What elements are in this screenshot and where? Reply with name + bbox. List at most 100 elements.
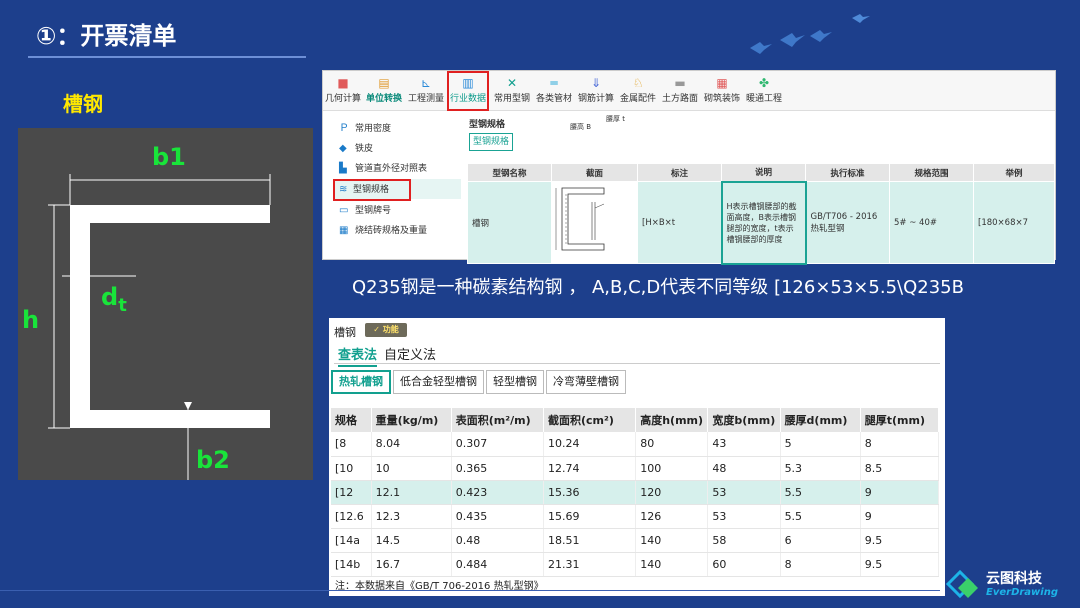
table-cell: 8.04 <box>371 432 452 457</box>
toolbar-hvac[interactable]: ✤ 暖通工程 <box>745 77 783 111</box>
col-header: 重量(kg/m) <box>371 408 452 432</box>
function-badge[interactable]: ✓ 功能 <box>365 323 407 337</box>
table-cell: 140 <box>635 552 709 577</box>
steel-spec-button[interactable]: 型钢规格 <box>469 133 513 151</box>
channel-section-icon <box>555 187 605 251</box>
sidebar-item-brick[interactable]: ▦ 烧结砖规格及重量 <box>327 221 463 241</box>
table-row[interactable]: [14a 14.5 0.48 18.51 140 58 6 9.5 <box>331 528 940 553</box>
pipe-icon: ═ <box>550 76 558 90</box>
tools-icon: ✕ <box>506 76 518 90</box>
table-cell: 9.5 <box>860 552 940 577</box>
col-header: 标注 <box>637 163 722 182</box>
table-row[interactable]: [14b 16.7 0.484 21.31 140 60 8 9.5 <box>331 552 940 577</box>
table-cell: 16.7 <box>371 552 452 577</box>
cell-example: [180×68×7 <box>973 181 1055 264</box>
channel-data-table: 规格 重量(kg/m) 表面积(m²/m) 截面积(cm²) 高度h(mm) 宽度b(mm… <box>331 408 940 577</box>
bottom-app-window: 槽钢 ✓ 功能 查表法 自定义法 热轧槽钢 低合金轻型槽钢 轻型槽钢 冷弯薄壁槽… <box>329 318 945 596</box>
col-header: 规格 <box>331 408 372 432</box>
app-toolbar: ■ 几何计算 ▤ 单位转换 ⊾ 工程测量 ▥ 行业数据 ✕ 常用型钢 ═ 各类管材 ⇓ 钢筋计… <box>323 71 1055 111</box>
rebar-icon: ⇓ <box>590 76 602 90</box>
col-header: 规格范围 <box>889 163 974 182</box>
tab-hot-rolled[interactable]: 热轧槽钢 <box>331 370 391 394</box>
dim-b1-label: b1 <box>152 143 186 171</box>
dim-d-text: d <box>101 283 119 311</box>
table-row[interactable]: [12 12.1 0.423 15.36 120 53 5.5 9 <box>331 480 940 505</box>
bird-icon <box>780 33 805 47</box>
tab-light[interactable]: 轻型槽钢 <box>486 370 544 394</box>
table-cell: 53 <box>707 480 781 505</box>
channel-diagram: b1 h dt b2 <box>18 128 313 480</box>
toolbar-earthwork[interactable]: ▬ 土方路面 <box>661 77 699 111</box>
toolbar-masonry[interactable]: ▦ 砌筑装饰 <box>703 77 741 111</box>
table-row[interactable]: [8 8.04 0.307 10.24 80 43 5 8 <box>331 432 940 457</box>
company-logo: 云图科技 EverDrawing <box>944 566 1074 602</box>
sidebar-item-density[interactable]: Ｐ 常用密度 <box>327 119 463 139</box>
tab-low-alloy[interactable]: 低合金轻型槽钢 <box>393 370 484 394</box>
table-cell: 0.423 <box>451 480 545 505</box>
table-row[interactable]: [12.6 12.3 0.435 15.69 126 53 5.5 9 <box>331 504 940 529</box>
sheet-icon: ◆ <box>339 143 347 154</box>
content-title: 型钢规格 <box>469 120 506 130</box>
toolbar-pipes[interactable]: ═ 各类管材 <box>535 77 573 111</box>
birds-decoration <box>750 14 870 54</box>
sidebar-item-sheet[interactable]: ◆ 铁皮 <box>327 139 463 159</box>
table-cell: [10 <box>331 456 372 481</box>
col-header: 执行标准 <box>805 163 890 182</box>
sidebar-item-steel-spec[interactable]: ≋ 型钢规格 <box>333 179 411 201</box>
table-cell: 15.69 <box>543 504 637 529</box>
dim-b2-label: b2 <box>196 446 230 474</box>
sidebar-item-steel-grade[interactable]: ▭ 型钢牌号 <box>327 201 463 221</box>
cell-standard: GB/T706 - 2016热轧型钢 <box>805 181 890 264</box>
table-cell: [14b <box>331 552 372 577</box>
table-cell: 8 <box>780 552 861 577</box>
fitting-icon: ♘ <box>632 76 644 90</box>
table-cell: 0.365 <box>451 456 545 481</box>
title-divider <box>28 56 306 58</box>
table-cell: 6 <box>780 528 861 553</box>
dim-t-text: t <box>118 294 127 316</box>
toolbar-geometry[interactable]: ■ 几何计算 <box>325 77 361 111</box>
table-cell: 15.36 <box>543 480 637 505</box>
col-header: 腰厚d(mm) <box>780 408 861 432</box>
table-cell: 21.31 <box>543 552 637 577</box>
col-header: 表面积(m²/m) <box>451 408 545 432</box>
toolbar-metal-parts[interactable]: ♘ 金属配件 <box>619 77 657 111</box>
cell-mark: [H×B×t <box>637 181 722 264</box>
table-row[interactable]: 槽钢 腰厚 t 腰高 B [H×B×t H表示槽钢腰部的截面高度，B表示槽钢腿部… <box>467 115 1055 265</box>
toolbar-steel[interactable]: ✕ 常用型钢 <box>493 77 531 111</box>
pipe-table-icon: ▙ <box>339 163 347 174</box>
table-cell: [14a <box>331 528 372 553</box>
table-cell: 100 <box>635 456 709 481</box>
mode-divider <box>334 363 940 364</box>
table-row[interactable]: [10 10 0.365 12.74 100 48 5.3 8.5 <box>331 456 940 481</box>
table-cell: 5.5 <box>780 480 861 505</box>
toolbar-industry-data[interactable]: ▥ 行业数据 <box>447 71 489 111</box>
table-cell: 120 <box>635 480 709 505</box>
chart-icon: ▥ <box>462 76 474 90</box>
mode-custom-tab[interactable]: 自定义法 <box>384 344 436 363</box>
tab-cold-bent[interactable]: 冷弯薄壁槽钢 <box>546 370 626 394</box>
logo-cn-text: 云图科技 <box>986 571 1042 587</box>
dim-dt-label: dt <box>101 283 127 316</box>
sidebar-item-pipe-table[interactable]: ▙ 管道直外径对照表 <box>327 159 463 179</box>
table-cell: 14.5 <box>371 528 452 553</box>
table-header-row: 型钢名称 截面 标注 说明 执行标准 规格范围 举例 <box>467 163 1055 182</box>
toolbar-rebar[interactable]: ⇓ 钢筋计算 <box>577 77 615 111</box>
table-cell: 12.74 <box>543 456 637 481</box>
table-cell: 53 <box>707 504 781 529</box>
bird-icon <box>852 14 870 23</box>
col-header: 举例 <box>973 163 1055 182</box>
layers-icon: ≋ <box>339 184 348 195</box>
table-cell: 8 <box>860 432 940 457</box>
table-cell: 0.484 <box>451 552 545 577</box>
table-cell: [12 <box>331 480 372 505</box>
table-cell: 0.307 <box>451 432 545 457</box>
toolbar-survey[interactable]: ⊾ 工程测量 <box>407 77 445 111</box>
toolbar-unit-convert[interactable]: ▤ 单位转换 <box>365 77 403 111</box>
cell-name: 槽钢 <box>467 181 552 264</box>
table-cell: 5 <box>780 432 861 457</box>
table-cell: 0.435 <box>451 504 545 529</box>
table-header-row: 规格 重量(kg/m) 表面积(m²/m) 截面积(cm²) 高度h(mm) 宽度b(mm… <box>331 408 940 432</box>
logo-mark-icon <box>945 569 978 599</box>
table-cell: 5.5 <box>780 504 861 529</box>
